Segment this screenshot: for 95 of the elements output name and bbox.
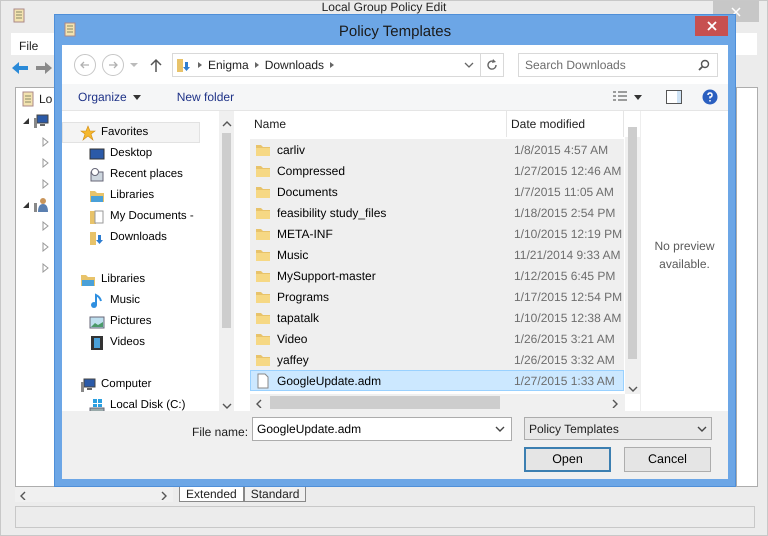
file-row[interactable]: META-INF 1/10/2015 12:19 PM [250,223,624,244]
scroll-icon [11,7,27,25]
breadcrumb-item[interactable]: Enigma [204,56,253,74]
search-field[interactable]: Search Downloads [518,52,718,76]
tab[interactable]: Standard [244,487,306,502]
file-row[interactable]: Programs 1/17/2015 12:54 PM [250,286,624,307]
documents-folder-icon [89,208,105,224]
breadcrumb-arrow-icon[interactable] [328,60,336,68]
dropdown-caret-icon[interactable] [464,60,474,68]
nav-item[interactable]: Favorites [62,122,200,143]
nav-item[interactable]: My Documents - [62,206,201,227]
breadcrumb-arrow-icon[interactable] [196,60,204,68]
search-icon [698,58,710,70]
monitor-icon [89,146,105,162]
back-arrow-icon[interactable] [11,61,29,75]
nav-item[interactable]: Desktop [62,143,160,164]
nav-item[interactable]: Local Disk (C:) [62,395,192,411]
music-note-icon [89,292,105,308]
scroll-down-icon [626,384,638,394]
file-row[interactable]: GoogleUpdate.adm 1/27/2015 1:33 AM [250,370,624,391]
computer-icon [80,376,96,392]
forward-arrow-icon [107,58,119,70]
menu-item[interactable]: File [19,37,38,51]
collapsed-icon[interactable] [42,220,50,230]
address-bar[interactable]: Enigma Downloads [172,52,504,76]
help-icon[interactable] [702,89,718,105]
dialog-title: Policy Templates [338,22,452,42]
expanded-icon[interactable] [22,116,30,124]
scrollbar-thumb[interactable] [222,133,231,328]
dropdown-caret-icon [697,424,707,432]
expanded-icon[interactable] [22,200,30,208]
scrollbar-thumb[interactable] [628,127,637,359]
user-icon [33,196,49,212]
open-button[interactable]: Open [524,447,611,472]
caret-icon[interactable] [634,94,642,100]
file-row[interactable]: Video 1/26/2015 3:21 AM [250,328,624,349]
nav-item[interactable]: Libraries [62,185,162,206]
file-row[interactable]: Compressed 1/27/2015 12:46 AM [250,160,624,181]
new-folder-button[interactable]: New folder [170,86,240,108]
nav-item[interactable]: Pictures [62,311,159,332]
scroll-up-icon [220,119,232,129]
field-label: File name: [192,424,248,441]
file-row[interactable]: tapatalk 1/10/2015 12:38 AM [250,307,624,328]
picture-icon [89,314,105,330]
scrollbar-thumb[interactable] [270,396,500,409]
downloads-folder-icon [176,56,192,72]
file-row[interactable]: carliv 1/8/2015 4:57 AM [250,139,624,160]
nav-item[interactable]: Libraries [62,269,200,290]
file-row[interactable]: Documents 1/7/2015 11:05 AM [250,181,624,202]
scroll-icon [20,91,36,107]
file-type-dropdown[interactable]: Policy Templates [524,417,712,440]
forward-button[interactable] [102,54,124,76]
caret-icon [132,94,141,100]
organize-menu[interactable]: Organize [72,86,147,108]
dropdown-caret-icon[interactable] [495,425,505,433]
file-row[interactable]: MySupport-master 1/12/2015 6:45 PM [250,265,624,286]
preview-pane-icon[interactable] [666,90,682,104]
close-icon [706,21,716,31]
up-arrow-icon[interactable] [150,58,162,72]
window-title: Local Group Policy Edit [322,1,446,13]
star-icon [80,124,96,140]
collapsed-icon[interactable] [42,178,50,188]
file-row[interactable]: yaffey 1/26/2015 3:32 AM [250,349,624,370]
film-icon [89,334,105,350]
breadcrumb-item[interactable]: Downloads [260,56,328,74]
nav-item[interactable]: Recent places [62,164,190,185]
collapsed-icon[interactable] [42,136,50,146]
downloads-folder-icon [89,230,105,246]
nav-item[interactable]: Computer [62,374,200,395]
collapsed-icon[interactable] [42,262,50,272]
file-row[interactable]: feasibility study_files 1/18/2015 2:54 PM [250,202,624,223]
close-icon [731,6,741,16]
scroll-down-icon [220,401,232,411]
drive-icon [89,398,105,411]
collapsed-icon[interactable] [42,158,50,168]
recent-places-icon [89,166,105,182]
nav-item[interactable]: Downloads [62,227,174,248]
file-row[interactable]: Music 11/21/2014 9:33 AM [250,244,624,265]
nav-item[interactable]: Videos [62,332,152,353]
tree-item[interactable]: Lo [39,90,52,108]
back-button[interactable] [74,54,96,76]
back-arrow-icon [79,58,91,70]
cancel-button[interactable]: Cancel [624,447,711,472]
scroll-icon [62,21,78,39]
forward-arrow-icon[interactable] [35,61,53,75]
collapsed-icon[interactable] [42,242,50,252]
preview-message: No preview available. [653,238,716,273]
file-name-field[interactable]: GoogleUpdate.adm [252,417,512,441]
breadcrumb-arrow-icon[interactable] [252,60,261,68]
close-button[interactable] [695,16,728,36]
tab[interactable]: Extended [179,487,244,502]
document-icon [255,372,271,388]
refresh-icon[interactable] [486,58,498,70]
computer-icon [33,112,49,128]
nav-item[interactable]: Music [62,290,148,311]
